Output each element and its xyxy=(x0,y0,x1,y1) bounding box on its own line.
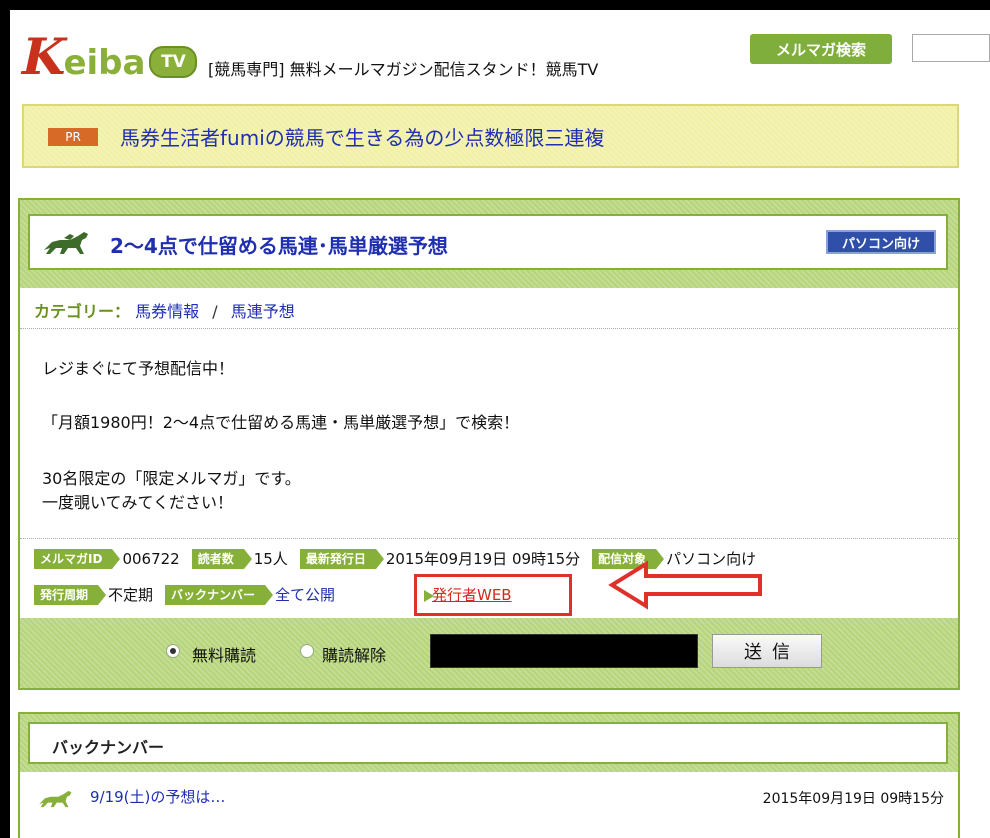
title-band: 2〜4点で仕留める馬連･馬単厳選予想 パソコン向け xyxy=(20,200,958,288)
subscribe-bar: 無料購読 購読解除 送信 xyxy=(20,618,958,688)
unsubscribe-radio[interactable] xyxy=(300,644,314,658)
category-link-2[interactable]: 馬連予想 xyxy=(231,302,295,321)
magazine-title: 2〜4点で仕留める馬連･馬単厳選予想 xyxy=(110,234,448,258)
divider xyxy=(20,538,958,539)
backnumber-title: バックナンバー xyxy=(52,738,165,757)
backnumber-link[interactable]: 全て公開 xyxy=(275,584,335,605)
description-line: 「月額1980円！2〜4点で仕留める馬連・馬単厳選予想」で検索！ xyxy=(42,413,520,432)
description-line: 一度覗いてみてください！ xyxy=(42,493,234,512)
title-box: 2〜4点で仕留める馬連･馬単厳選予想 パソコン向け xyxy=(28,214,948,270)
backnumber-panel: バックナンバー 9/19(土)の予想は… 2015年09月19日 09時15分 xyxy=(18,712,960,838)
id-value: 006722 xyxy=(122,549,180,568)
category-label: カテゴリー： xyxy=(34,302,131,321)
horse-icon xyxy=(39,790,72,808)
unsubscribe-label: 購読解除 xyxy=(322,646,387,665)
page: K eiba TV [競馬専門] 無料メールマガジン配信スタンド！競馬TV メル… xyxy=(10,10,990,838)
info-row-2: 発行周期 不定期 バックナンバー 全て公開 xyxy=(34,584,347,605)
pc-target-badge: パソコン向け xyxy=(826,230,936,254)
publisher-web-link[interactable]: 発行者WEB xyxy=(432,584,512,605)
left-arrow-icon xyxy=(608,560,762,610)
subscribe-radio[interactable] xyxy=(166,644,180,658)
category-link-1[interactable]: 馬券情報 xyxy=(135,302,199,321)
site-tagline: [競馬専門] 無料メールマガジン配信スタンド！競馬TV xyxy=(208,60,599,79)
logo-tv-badge: TV xyxy=(149,46,198,78)
readers-tag: 読者数 xyxy=(191,548,252,569)
backnumber-item-date: 2015年09月19日 09時15分 xyxy=(762,791,944,807)
readers-value: 15人 xyxy=(253,550,288,568)
description-line: レジまぐにて予想配信中！ xyxy=(42,359,235,378)
site-logo[interactable]: K eiba TV xyxy=(16,22,198,86)
subscribe-label: 無料購読 xyxy=(192,646,257,665)
backnumber-tag: バックナンバー xyxy=(165,584,274,605)
category-line: カテゴリー： 馬券情報 / 馬連予想 xyxy=(34,298,295,322)
latest-value: 2015年09月19日 09時15分 xyxy=(385,550,581,568)
id-tag: メルマガID xyxy=(34,548,121,569)
pr-banner: PR 馬券生活者fumiの競馬で生きる為の少点数極限三連複 xyxy=(22,104,959,168)
logo-text: eiba xyxy=(63,43,146,83)
pr-link[interactable]: 馬券生活者fumiの競馬で生きる為の少点数極限三連複 xyxy=(120,122,604,151)
pr-badge: PR xyxy=(48,128,98,146)
latest-tag: 最新発行日 xyxy=(299,548,384,569)
cycle-value: 不定期 xyxy=(108,586,154,604)
magazine-panel: 2〜4点で仕留める馬連･馬単厳選予想 パソコン向け カテゴリー： 馬券情報 / … xyxy=(18,198,960,690)
description-line: 30名限定の「限定メルマガ」です。 xyxy=(42,469,301,488)
backnumber-header-box: バックナンバー xyxy=(28,722,948,764)
cycle-tag: 発行周期 xyxy=(34,584,107,605)
search-input[interactable] xyxy=(912,34,990,62)
backnumber-header-band: バックナンバー xyxy=(20,714,958,772)
magazine-search-button[interactable]: メルマガ検索 xyxy=(750,34,892,64)
send-button[interactable]: 送信 xyxy=(712,634,822,668)
email-input[interactable] xyxy=(430,634,698,668)
horse-icon xyxy=(44,232,88,254)
backnumber-item-link[interactable]: 9/19(土)の予想は… xyxy=(90,786,225,807)
divider xyxy=(20,328,958,329)
category-separator: / xyxy=(212,302,218,321)
